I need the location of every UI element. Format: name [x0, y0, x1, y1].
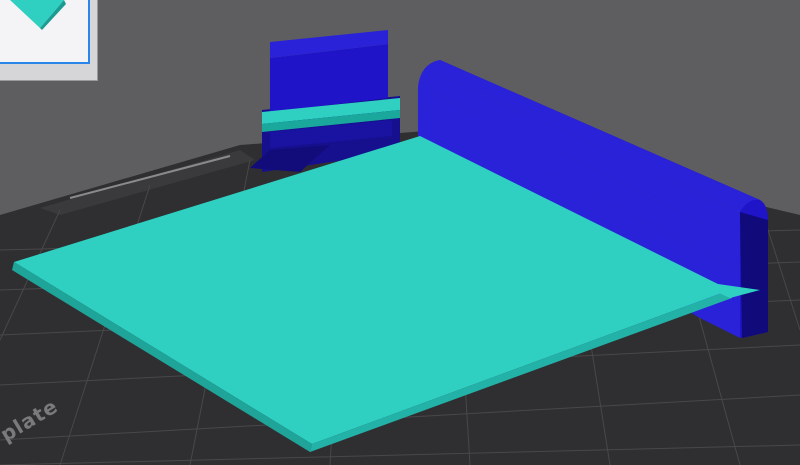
navigation-cube-frame: [0, 0, 90, 64]
navigation-cube-icon[interactable]: [0, 0, 88, 62]
3d-viewport[interactable]: [0, 0, 800, 465]
navigation-cube-panel[interactable]: [0, 0, 98, 81]
